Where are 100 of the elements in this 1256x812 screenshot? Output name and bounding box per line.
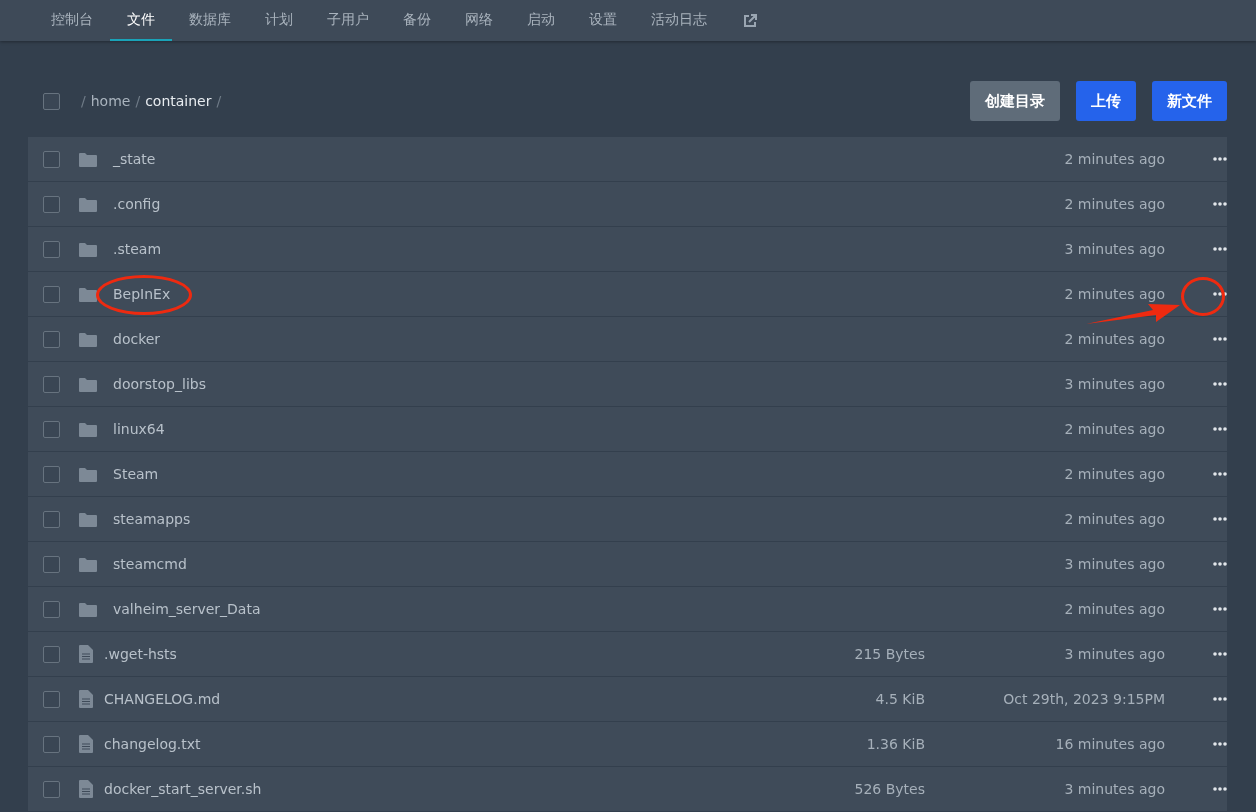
more-options-icon[interactable] xyxy=(1213,652,1227,656)
more-options-icon[interactable] xyxy=(1213,517,1227,521)
nav-tab[interactable]: 文件 xyxy=(110,0,172,41)
modified-time: 3 minutes ago xyxy=(1063,241,1165,257)
row-checkbox[interactable] xyxy=(43,780,60,798)
file-name: Steam xyxy=(113,466,160,482)
file-row[interactable]: docker_start_server.sh 526 Bytes 3 minutes ago xyxy=(28,767,1227,811)
modified-time: 2 minutes ago xyxy=(1063,421,1165,437)
row-checkbox[interactable] xyxy=(43,375,60,393)
path-separator: / xyxy=(216,93,222,109)
row-checkbox[interactable] xyxy=(43,600,60,618)
file-size: 4.5 KiB xyxy=(874,691,925,707)
file-name: .wget-hsts xyxy=(104,646,178,662)
more-options-icon[interactable] xyxy=(1213,742,1227,746)
file-name: .config xyxy=(113,196,162,212)
file-name: changelog.txt xyxy=(104,736,202,752)
action-button[interactable]: 上传 xyxy=(1076,81,1136,121)
file-row[interactable]: Steam 2 minutes ago xyxy=(28,452,1227,496)
action-button[interactable]: 创建目录 xyxy=(970,81,1060,121)
nav-tab[interactable]: 计划 xyxy=(248,0,310,41)
modified-time: 2 minutes ago xyxy=(1063,151,1165,167)
modified-time: 3 minutes ago xyxy=(1063,556,1165,572)
file-row[interactable]: docker 2 minutes ago xyxy=(28,317,1227,361)
file-name: docker xyxy=(113,331,162,347)
row-checkbox[interactable] xyxy=(43,240,60,258)
path-separator: / xyxy=(135,93,141,109)
row-checkbox[interactable] xyxy=(43,330,60,348)
file-row[interactable]: doorstop_libs 3 minutes ago xyxy=(28,362,1227,406)
more-options-icon[interactable] xyxy=(1213,607,1227,611)
file-row[interactable]: changelog.txt 1.36 KiB 16 minutes ago xyxy=(28,722,1227,766)
modified-time: 2 minutes ago xyxy=(1063,196,1165,212)
row-checkbox[interactable] xyxy=(43,555,60,573)
modified-time: Oct 29th, 2023 9:15PM xyxy=(1002,691,1165,707)
folder-icon xyxy=(79,601,97,617)
file-name: valheim_server_Data xyxy=(113,601,262,617)
more-options-icon[interactable] xyxy=(1213,202,1227,206)
row-checkbox[interactable] xyxy=(43,510,60,528)
modified-time: 2 minutes ago xyxy=(1063,331,1165,347)
more-options-icon[interactable] xyxy=(1213,562,1227,566)
more-options-icon[interactable] xyxy=(1213,427,1227,431)
row-checkbox[interactable] xyxy=(43,195,60,213)
folder-icon xyxy=(79,556,97,572)
file-row[interactable]: steamcmd 3 minutes ago xyxy=(28,542,1227,586)
file-icon xyxy=(79,690,93,708)
file-row[interactable]: .wget-hsts 215 Bytes 3 minutes ago xyxy=(28,632,1227,676)
folder-icon xyxy=(79,421,97,437)
nav-tab[interactable]: 备份 xyxy=(386,0,448,41)
modified-time: 2 minutes ago xyxy=(1063,286,1165,302)
row-checkbox[interactable] xyxy=(43,420,60,438)
nav-tab[interactable]: 设置 xyxy=(572,0,634,41)
nav-tab[interactable]: 活动日志 xyxy=(634,0,724,41)
file-row[interactable]: steamapps 2 minutes ago xyxy=(28,497,1227,541)
modified-time: 2 minutes ago xyxy=(1063,601,1165,617)
path-separator: / xyxy=(81,93,86,109)
row-checkbox[interactable] xyxy=(43,690,60,708)
file-row[interactable]: valheim_server_Data 2 minutes ago xyxy=(28,587,1227,631)
nav-tab[interactable]: 网络 xyxy=(448,0,510,41)
file-row[interactable]: _state 2 minutes ago xyxy=(28,137,1227,181)
file-name: .steam xyxy=(113,241,163,257)
file-name: docker_start_server.sh xyxy=(104,781,263,797)
more-options-icon[interactable] xyxy=(1213,472,1227,476)
file-row[interactable]: CHANGELOG.md 4.5 KiB Oct 29th, 2023 9:15PM xyxy=(28,677,1227,721)
action-button[interactable]: 新文件 xyxy=(1152,81,1227,121)
nav-tab[interactable]: 子用户 xyxy=(310,0,386,41)
external-link-icon[interactable] xyxy=(742,12,758,29)
row-checkbox[interactable] xyxy=(43,465,60,483)
row-checkbox[interactable] xyxy=(43,285,60,303)
row-checkbox[interactable] xyxy=(43,150,60,168)
more-options-icon[interactable] xyxy=(1213,157,1227,161)
more-options-icon[interactable] xyxy=(1213,247,1227,251)
file-row[interactable]: .steam 3 minutes ago xyxy=(28,227,1227,271)
nav-tab[interactable]: 控制台 xyxy=(34,0,110,41)
select-all-checkbox[interactable] xyxy=(43,92,60,110)
file-name: CHANGELOG.md xyxy=(104,691,222,707)
row-checkbox[interactable] xyxy=(43,645,60,663)
file-name: _state xyxy=(113,151,157,167)
more-options-icon[interactable] xyxy=(1213,382,1227,386)
modified-time: 3 minutes ago xyxy=(1063,781,1165,797)
nav-tab[interactable]: 数据库 xyxy=(172,0,248,41)
file-row[interactable]: .config 2 minutes ago xyxy=(28,182,1227,226)
nav-tab[interactable]: 启动 xyxy=(510,0,572,41)
more-options-icon[interactable] xyxy=(1213,697,1227,701)
more-options-icon[interactable] xyxy=(1213,337,1227,341)
modified-time: 3 minutes ago xyxy=(1063,376,1165,392)
folder-icon xyxy=(79,151,97,167)
breadcrumb-link[interactable]: home xyxy=(90,93,131,109)
file-name: doorstop_libs xyxy=(113,376,207,392)
folder-icon xyxy=(79,331,97,347)
file-size: 215 Bytes xyxy=(853,646,925,662)
row-checkbox[interactable] xyxy=(43,735,60,753)
breadcrumb-link[interactable]: container xyxy=(145,93,212,109)
more-options-icon[interactable] xyxy=(1213,787,1227,791)
file-name: steamcmd xyxy=(113,556,188,572)
file-icon xyxy=(79,645,93,663)
file-icon xyxy=(79,780,93,798)
modified-time: 2 minutes ago xyxy=(1063,511,1165,527)
file-icon xyxy=(79,735,93,753)
more-options-icon[interactable] xyxy=(1213,292,1227,296)
file-row[interactable]: BepInEx 2 minutes ago xyxy=(28,272,1227,316)
file-row[interactable]: linux64 2 minutes ago xyxy=(28,407,1227,451)
